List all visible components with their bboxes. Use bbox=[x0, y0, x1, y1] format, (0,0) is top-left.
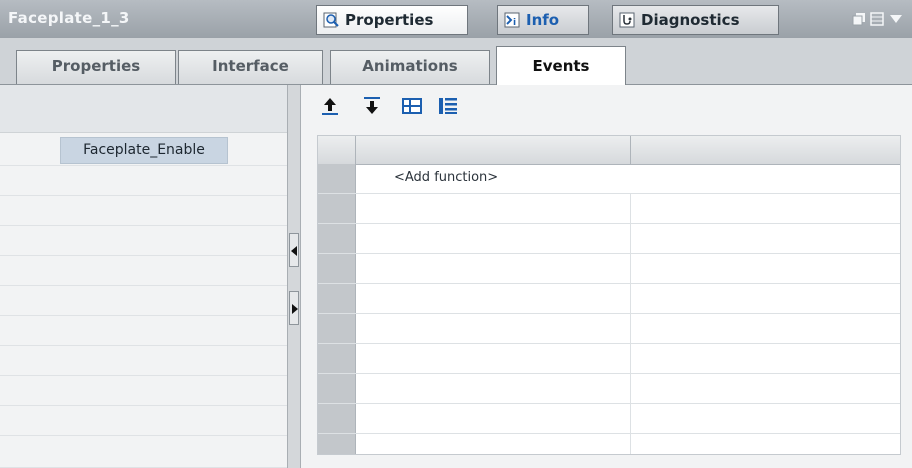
table-row[interactable] bbox=[318, 374, 900, 404]
expand-right-button[interactable] bbox=[289, 291, 299, 325]
row-selector[interactable] bbox=[318, 374, 356, 403]
subtab-properties[interactable]: Properties bbox=[16, 50, 176, 84]
table-row[interactable] bbox=[318, 404, 900, 434]
tab-diagnostics-label: Diagnostics bbox=[641, 11, 740, 29]
row-selector[interactable] bbox=[318, 254, 356, 283]
column-divider bbox=[630, 344, 631, 373]
column-divider bbox=[630, 314, 631, 343]
table-row[interactable] bbox=[318, 224, 900, 254]
left-row bbox=[0, 376, 287, 406]
float-window-icon[interactable] bbox=[852, 12, 866, 26]
arrow-left-icon bbox=[291, 246, 297, 256]
tab-info[interactable]: i Info bbox=[497, 5, 589, 35]
left-panel-header bbox=[0, 85, 287, 133]
row-selector[interactable] bbox=[318, 404, 356, 433]
collapse-left-button[interactable] bbox=[289, 233, 299, 267]
row-selector[interactable] bbox=[318, 194, 356, 223]
window-title: Faceplate_1_3 bbox=[8, 9, 130, 27]
event-faceplate-enable[interactable]: Faceplate_Enable bbox=[60, 137, 228, 164]
functions-table: <Add function> bbox=[317, 135, 901, 455]
left-row bbox=[0, 406, 287, 436]
arrow-right-icon bbox=[292, 304, 298, 314]
table-row[interactable] bbox=[318, 284, 900, 314]
add-function-cell[interactable]: <Add function> bbox=[394, 170, 498, 185]
subtab-animations[interactable]: Animations bbox=[330, 50, 490, 84]
tab-properties-label: Properties bbox=[345, 11, 434, 29]
left-row bbox=[0, 286, 287, 316]
row-selector[interactable] bbox=[318, 224, 356, 253]
table-row[interactable] bbox=[318, 344, 900, 374]
table-row-add-function[interactable]: <Add function> bbox=[318, 164, 900, 194]
column-divider bbox=[630, 254, 631, 283]
move-down-icon[interactable] bbox=[361, 95, 383, 117]
panel-splitter[interactable] bbox=[287, 85, 301, 468]
table-header bbox=[318, 136, 900, 165]
table-header-selector bbox=[318, 136, 356, 164]
left-row bbox=[0, 436, 287, 468]
column-divider bbox=[630, 404, 631, 433]
event-functions-panel: <Add function> bbox=[301, 85, 912, 468]
subtab-row: Properties Interface Animations Events bbox=[0, 38, 912, 85]
left-row bbox=[0, 346, 287, 376]
events-tree-panel: Faceplate_Enable bbox=[0, 85, 287, 468]
row-selector[interactable] bbox=[318, 344, 356, 373]
inspector-title-bar: Faceplate_1_3 Properties i Info Diagnost… bbox=[0, 0, 912, 39]
table-header-function[interactable] bbox=[356, 136, 631, 164]
layout-icon[interactable] bbox=[870, 12, 884, 26]
tab-diagnostics[interactable]: Diagnostics bbox=[612, 5, 779, 35]
column-divider bbox=[630, 284, 631, 313]
properties-magnifier-icon bbox=[323, 12, 339, 28]
row-selector[interactable] bbox=[318, 434, 356, 454]
functions-toolbar bbox=[301, 85, 912, 129]
insert-row-icon[interactable] bbox=[401, 95, 423, 117]
table-row[interactable] bbox=[318, 314, 900, 344]
table-row[interactable] bbox=[318, 254, 900, 284]
left-row bbox=[0, 196, 287, 226]
column-divider bbox=[630, 224, 631, 253]
left-row bbox=[0, 166, 287, 196]
dropdown-arrow-icon[interactable] bbox=[890, 15, 902, 25]
table-row[interactable] bbox=[318, 194, 900, 224]
move-up-icon[interactable] bbox=[319, 95, 341, 117]
row-selector[interactable] bbox=[318, 164, 356, 193]
row-selector[interactable] bbox=[318, 314, 356, 343]
column-divider bbox=[630, 194, 631, 223]
column-divider bbox=[630, 434, 631, 454]
subtab-events[interactable]: Events bbox=[496, 46, 626, 85]
tab-info-label: Info bbox=[526, 11, 560, 29]
row-selector[interactable] bbox=[318, 284, 356, 313]
table-header-parameters[interactable] bbox=[631, 136, 900, 164]
left-row bbox=[0, 256, 287, 286]
diagnostics-icon bbox=[619, 12, 635, 28]
column-divider bbox=[630, 374, 631, 403]
table-row[interactable] bbox=[318, 434, 900, 454]
svg-text:i: i bbox=[513, 18, 516, 28]
left-row bbox=[0, 226, 287, 256]
left-row bbox=[0, 316, 287, 346]
tab-properties[interactable]: Properties bbox=[316, 5, 468, 35]
info-icon: i bbox=[504, 12, 520, 28]
subtab-interface[interactable]: Interface bbox=[178, 50, 323, 84]
list-icon[interactable] bbox=[437, 95, 459, 117]
